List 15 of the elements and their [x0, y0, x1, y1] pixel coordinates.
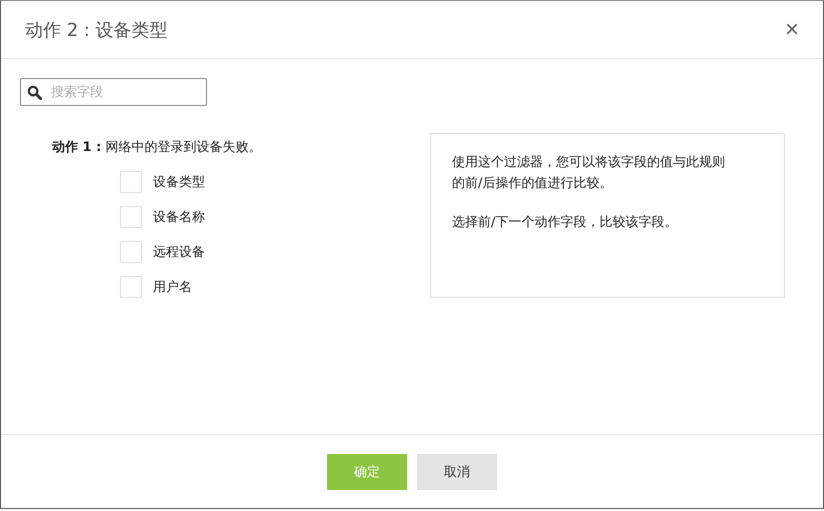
- info-text: 选择前/下一个动作字段，比较该字段。: [452, 214, 678, 232]
- info-text: 使用这个过滤器，您可以将该字段的值与此规则的前/后操作的值进行比较。: [452, 154, 726, 193]
- close-button[interactable]: ×: [780, 18, 803, 42]
- checkbox[interactable]: [120, 206, 142, 228]
- checkbox[interactable]: [120, 171, 142, 193]
- action-label: 动作 1 : 网络中的登录到设备失败。: [52, 139, 262, 156]
- field-label: 设备类型: [153, 174, 205, 191]
- checkbox[interactable]: [120, 276, 142, 298]
- field-label: 远程设备: [153, 244, 205, 261]
- cancel-button[interactable]: 取消: [417, 454, 497, 490]
- search-field[interactable]: 搜索字段: [20, 78, 207, 106]
- dialog-title: 动作 2 : 设备类型: [25, 18, 168, 42]
- field-label: 用户名: [153, 279, 192, 296]
- field-label: 设备名称: [153, 209, 205, 226]
- checkbox[interactable]: [120, 241, 142, 263]
